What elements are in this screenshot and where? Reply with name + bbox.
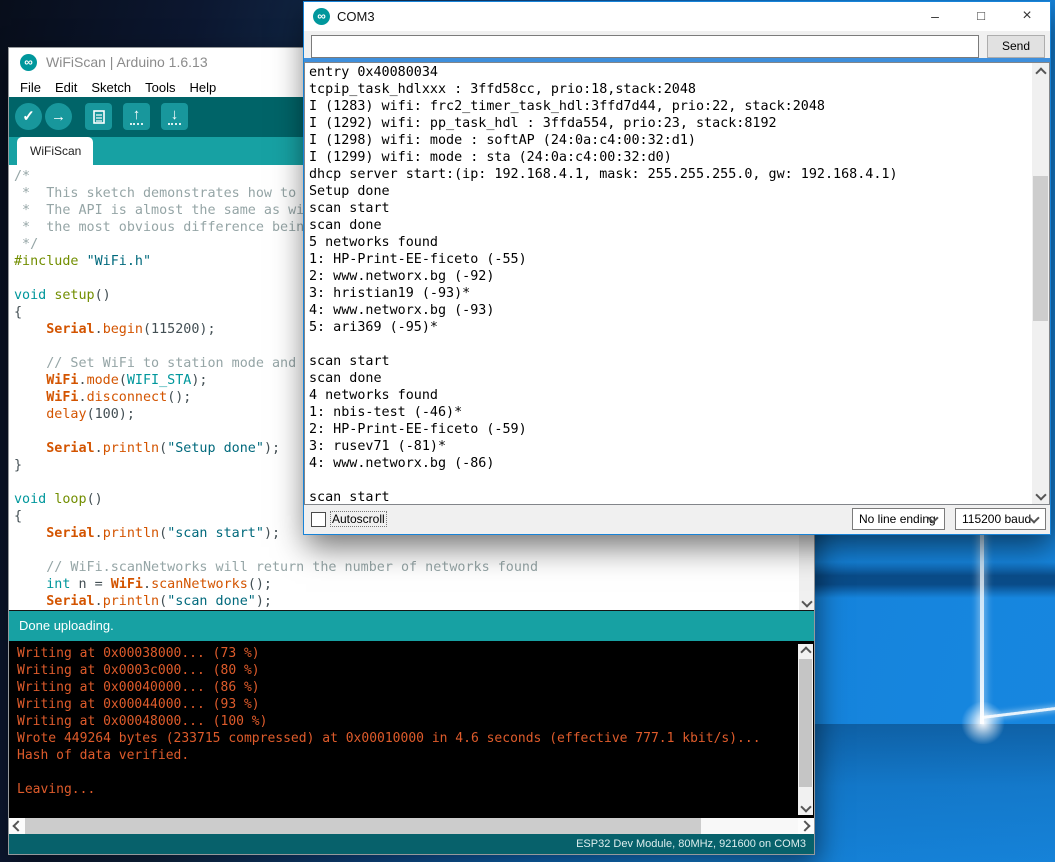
scroll-up-arrow[interactable] — [1032, 63, 1049, 80]
new-sketch-button[interactable] — [85, 103, 112, 130]
baud-rate-dropdown[interactable]: 115200 baud — [955, 508, 1046, 530]
autoscroll-checkbox[interactable] — [311, 512, 326, 527]
console-line: Hash of data verified. — [17, 747, 761, 764]
document-icon — [93, 110, 105, 124]
monitor-output-line: 5 networks found — [309, 234, 898, 251]
arduino-logo-icon: ∞ — [313, 8, 330, 25]
monitor-output-line: 4 networks found — [309, 387, 898, 404]
serial-output-area[interactable]: entry 0x40080034tcpip_task_hdlxxx : 3ffd… — [304, 62, 1050, 505]
monitor-output-line: I (1299) wifi: mode : sta (24:0a:c4:00:3… — [309, 149, 898, 166]
arduino-logo-icon: ∞ — [20, 54, 37, 71]
windows-logo-glow — [960, 702, 1006, 744]
autoscroll-label[interactable]: Autoscroll — [331, 512, 386, 526]
monitor-output-line: 5: ari369 (-95)* — [309, 319, 898, 336]
monitor-output-line — [309, 336, 898, 353]
monitor-output-line: scan start — [309, 353, 898, 370]
menu-edit[interactable]: Edit — [48, 80, 84, 95]
dotted-tray-icon — [130, 123, 143, 125]
console-line: Writing at 0x00040000... (86 %) — [17, 679, 761, 696]
code-line: // WiFi.scanNetworks will return the num… — [14, 559, 723, 576]
monitor-output-line: 2: www.networx.bg (-92) — [309, 268, 898, 285]
monitor-output-line: 3: rusev71 (-81)* — [309, 438, 898, 455]
ide-window-title: WiFiScan | Arduino 1.6.13 — [46, 48, 208, 77]
tab-wifiscan[interactable]: WiFiScan — [17, 137, 93, 165]
serial-monitor-footer: Autoscroll No line ending 115200 baud — [304, 505, 1050, 534]
right-arrow-icon: → — [51, 110, 66, 124]
monitor-output-line: I (1283) wifi: frc2_timer_task_hdl:3ffd7… — [309, 98, 898, 115]
code-line: int n = WiFi.scanNetworks(); — [14, 576, 723, 593]
console-horizontal-scrollbar[interactable] — [9, 818, 814, 834]
monitor-output-line: Setup done — [309, 183, 898, 200]
console-line — [17, 764, 761, 781]
menu-help[interactable]: Help — [182, 80, 223, 95]
scroll-up-arrow[interactable] — [798, 644, 813, 658]
monitor-output-line: scan done — [309, 370, 898, 387]
console-line: Writing at 0x00044000... (93 %) — [17, 696, 761, 713]
monitor-output-line: 4: www.networx.bg (-93) — [309, 302, 898, 319]
monitor-output-line — [309, 472, 898, 489]
scrollbar-thumb[interactable] — [799, 659, 812, 787]
close-button[interactable]: × — [1004, 2, 1050, 31]
board-status-bar: ESP32 Dev Module, 80MHz, 921600 on COM3 — [9, 834, 814, 854]
monitor-output-line: scan done — [309, 217, 898, 234]
monitor-output-line: scan start — [309, 200, 898, 217]
save-sketch-button[interactable]: ↓ — [161, 103, 188, 130]
output-console[interactable]: Writing at 0x00038000... (73 %)Writing a… — [9, 641, 814, 818]
scrollbar-thumb[interactable] — [1033, 176, 1048, 321]
serial-monitor-window: ∞ COM3 – □ × Send entry 0x40080034tcpip_… — [303, 1, 1051, 535]
upload-button[interactable]: → — [45, 103, 72, 130]
menu-sketch[interactable]: Sketch — [84, 80, 138, 95]
monitor-output-line: 4: www.networx.bg (-86) — [309, 455, 898, 472]
line-ending-dropdown[interactable]: No line ending — [852, 508, 945, 530]
scroll-down-arrow[interactable] — [1032, 487, 1049, 504]
minimize-button[interactable]: – — [912, 2, 958, 31]
scroll-down-arrow[interactable] — [799, 595, 814, 610]
code-line: Serial.println("scan done"); — [14, 593, 723, 610]
monitor-output-line: 2: HP-Print-EE-ficeto (-59) — [309, 421, 898, 438]
upload-status-bar: Done uploading. — [9, 610, 814, 641]
console-vertical-scrollbar[interactable] — [798, 644, 813, 815]
monitor-output-line: 3: hristian19 (-93)* — [309, 285, 898, 302]
monitor-output-line: scan start — [309, 489, 898, 505]
menu-tools[interactable]: Tools — [138, 80, 182, 95]
monitor-output-line: dhcp server start:(ip: 192.168.4.1, mask… — [309, 166, 898, 183]
scrollbar-thumb[interactable] — [25, 818, 701, 834]
serial-monitor-title: COM3 — [337, 2, 375, 31]
code-line — [14, 542, 723, 559]
monitor-output-line: 1: nbis-test (-46)* — [309, 404, 898, 421]
serial-vertical-scrollbar[interactable] — [1032, 63, 1049, 504]
monitor-output-line: tcpip_task_hdlxxx : 3ffd58cc, prio:18,st… — [309, 81, 898, 98]
down-arrow-icon: ↓ — [171, 108, 179, 122]
console-line: Writing at 0x0003c000... (80 %) — [17, 662, 761, 679]
console-line: Wrote 449264 bytes (233715 compressed) a… — [17, 730, 761, 747]
open-sketch-button[interactable]: ↑ — [123, 103, 150, 130]
monitor-output-line: 1: HP-Print-EE-ficeto (-55) — [309, 251, 898, 268]
scroll-right-arrow[interactable] — [798, 818, 814, 834]
console-line: Leaving... — [17, 781, 761, 798]
serial-send-input[interactable] — [311, 35, 979, 58]
send-button[interactable]: Send — [987, 35, 1045, 58]
serial-output-text: entry 0x40080034tcpip_task_hdlxxx : 3ffd… — [309, 64, 898, 505]
up-arrow-icon: ↑ — [133, 108, 141, 122]
dotted-tray-icon — [168, 123, 181, 125]
scroll-left-arrow[interactable] — [9, 818, 25, 834]
check-icon: ✓ — [22, 110, 35, 124]
console-line: Writing at 0x00048000... (100 %) — [17, 713, 761, 730]
monitor-output-line: entry 0x40080034 — [309, 64, 898, 81]
maximize-button[interactable]: □ — [958, 2, 1004, 31]
menu-file[interactable]: File — [13, 80, 48, 95]
scroll-down-arrow[interactable] — [798, 801, 813, 815]
line-ending-value: No line ending — [859, 512, 936, 526]
window-controls: – □ × — [912, 2, 1050, 31]
monitor-output-line: I (1298) wifi: mode : softAP (24:0a:c4:0… — [309, 132, 898, 149]
serial-monitor-titlebar[interactable]: ∞ COM3 – □ × — [304, 2, 1050, 31]
console-line: Writing at 0x00038000... (73 %) — [17, 645, 761, 662]
verify-button[interactable]: ✓ — [15, 103, 42, 130]
baud-rate-value: 115200 baud — [962, 512, 1031, 526]
console-text: Writing at 0x00038000... (73 %)Writing a… — [17, 645, 761, 798]
monitor-output-line: I (1292) wifi: pp_task_hdl : 3ffda554, p… — [309, 115, 898, 132]
